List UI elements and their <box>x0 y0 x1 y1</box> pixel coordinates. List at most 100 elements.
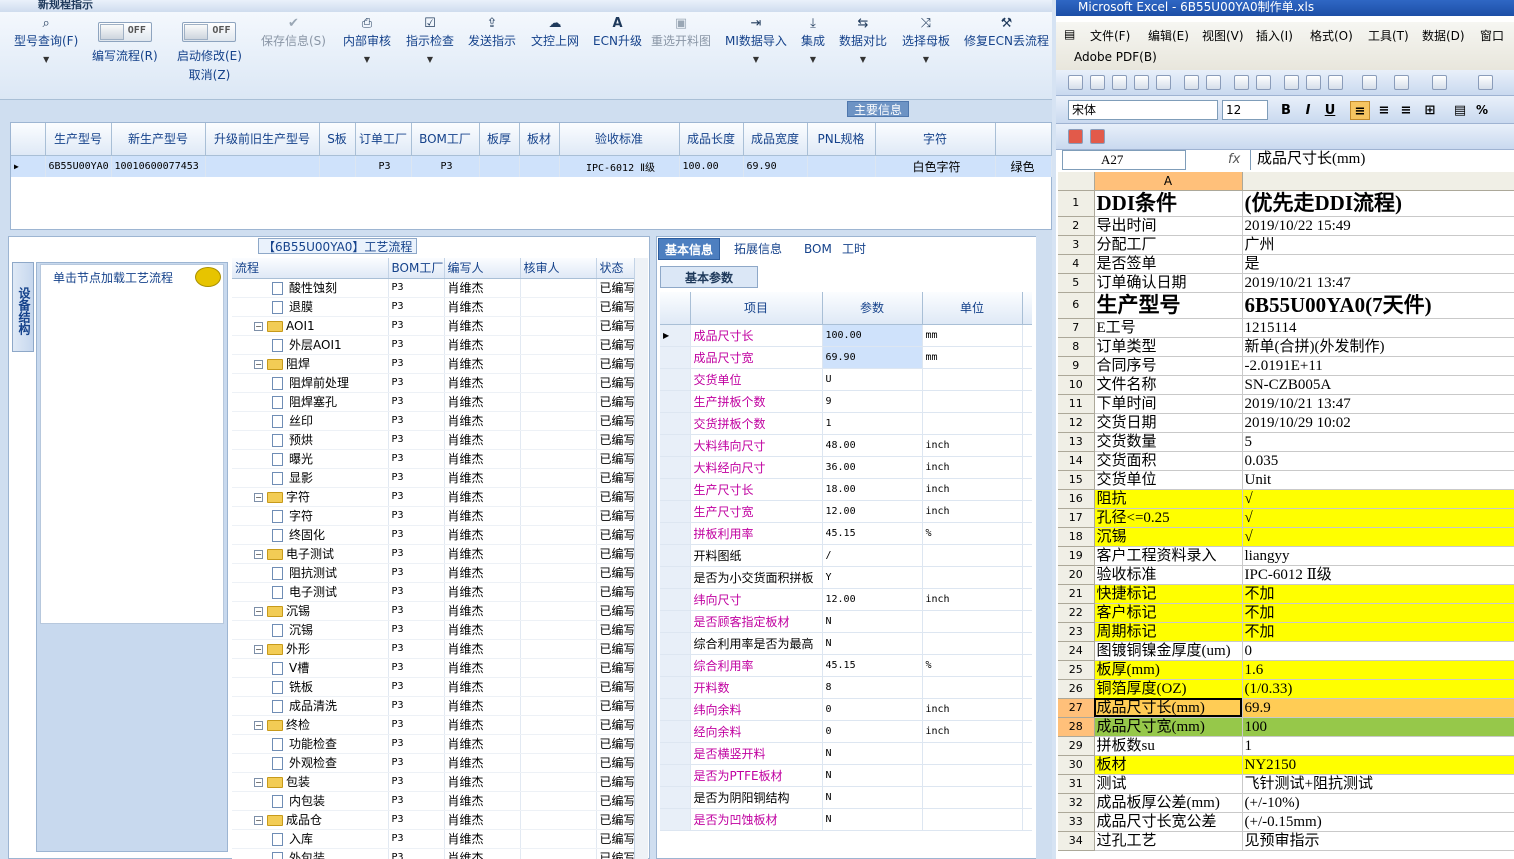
flow-node[interactable]: − 包装 <box>232 772 389 792</box>
column-header[interactable]: 板厚 <box>479 123 520 156</box>
table-row[interactable]: 14 交货面积 0.035 <box>1058 451 1514 471</box>
menu-file[interactable]: 文件(F) <box>1090 27 1130 44</box>
cell-a[interactable]: 板材 <box>1094 755 1243 775</box>
table-row[interactable]: 26 铜箔厚度(OZ) (1/0.33) <box>1058 679 1514 699</box>
row-header[interactable]: 17 <box>1058 508 1095 528</box>
row-header[interactable]: 21 <box>1058 584 1095 604</box>
table-cell[interactable]: 绿色 <box>995 155 1052 177</box>
reviewer-cell[interactable] <box>520 468 597 488</box>
table-row[interactable]: ▶ 成品尺寸长 100.00 mm <box>660 324 1032 347</box>
doc-control-online-button[interactable]: ☁ 文控上网 <box>531 16 579 49</box>
reviewer-cell[interactable] <box>520 810 597 830</box>
merge-center-button[interactable]: ⊞ <box>1420 101 1440 120</box>
reviewer-cell[interactable] <box>520 525 597 545</box>
start-modify-toggle[interactable]: OFF 启动修改(E) 取消(Z) <box>177 22 242 83</box>
flow-node[interactable]: 退膜 <box>232 297 389 317</box>
bold-button[interactable]: B <box>1276 101 1296 120</box>
reviewer-cell[interactable] <box>520 411 597 431</box>
internal-review-button[interactable]: ⎙ 内部审核 ▼ <box>343 16 391 64</box>
table-cell[interactable]: P3 <box>355 155 412 177</box>
writer-cell[interactable]: 肖维杰 <box>444 278 521 298</box>
param-value-cell[interactable]: N <box>822 742 923 765</box>
formula-bar[interactable]: 成品尺寸长(mm) <box>1250 150 1514 170</box>
flow-node[interactable]: 外观检查 <box>232 753 389 773</box>
cell-a[interactable]: 交货单位 <box>1094 470 1243 490</box>
table-row[interactable]: 是否为PTFE板材 N <box>660 764 1032 787</box>
param-unit-cell[interactable]: inch <box>922 588 1023 611</box>
table-row[interactable]: 28 成品尺寸宽(mm) 100 <box>1058 717 1514 737</box>
writer-cell[interactable]: 肖维杰 <box>444 316 521 336</box>
table-row[interactable]: 阻焊前处理 P3 肖维杰 已编写 <box>232 373 634 393</box>
row-header[interactable]: 32 <box>1058 793 1095 813</box>
param-unit-cell[interactable]: inch <box>922 456 1023 479</box>
table-row[interactable]: 5 订单确认日期 2019/10/21 13:47 <box>1058 273 1514 293</box>
reviewer-cell[interactable] <box>520 373 597 393</box>
collapse-toggle-icon[interactable]: − <box>254 778 263 787</box>
cell-a[interactable]: 板厚(mm) <box>1094 660 1243 680</box>
column-header[interactable]: 新生产型号 <box>111 123 206 156</box>
reviewer-cell[interactable] <box>520 354 597 374</box>
new-file-icon[interactable] <box>1068 75 1083 90</box>
cell-b[interactable]: 6B55U00YA0(7天件) <box>1242 292 1514 319</box>
table-row[interactable]: 12 交货日期 2019/10/29 10:02 <box>1058 413 1514 433</box>
column-header[interactable]: 字符 <box>875 123 996 156</box>
table-cell[interactable]: 白色字符 <box>875 155 996 177</box>
column-header[interactable]: 状态 <box>596 258 634 279</box>
cell-b[interactable]: 1 <box>1242 736 1514 756</box>
table-row[interactable]: 32 成品板厚公差(mm) (+/-10%) <box>1058 793 1514 813</box>
flow-node[interactable]: − 沉锡 <box>232 601 389 621</box>
param-name-cell[interactable]: 拼板利用率 <box>690 522 823 545</box>
param-unit-cell[interactable] <box>922 544 1023 567</box>
row-header[interactable]: 14 <box>1058 451 1095 471</box>
bom-factory-cell[interactable]: P3 <box>388 297 445 317</box>
table-cell[interactable] <box>807 155 876 177</box>
status-cell[interactable]: 已编写 <box>596 430 634 450</box>
flow-node[interactable]: − 电子测试 <box>232 544 389 564</box>
write-flow-toggle[interactable]: OFF 编写流程(R) <box>92 22 158 64</box>
table-row[interactable]: 是否为凹蚀板材 N <box>660 808 1032 831</box>
param-unit-cell[interactable] <box>922 632 1023 655</box>
param-value-cell[interactable]: 45.15 <box>822 654 923 677</box>
cell-b[interactable]: 见预审指示 <box>1242 831 1514 851</box>
pdf-email-icon[interactable] <box>1090 129 1105 144</box>
reviewer-cell[interactable] <box>520 335 597 355</box>
param-name-cell[interactable]: 生产拼板个数 <box>690 390 823 413</box>
reviewer-cell[interactable] <box>520 430 597 450</box>
research-icon[interactable] <box>1256 75 1271 90</box>
flow-node[interactable]: 外包装 <box>232 848 389 859</box>
status-cell[interactable]: 已编写 <box>596 373 634 393</box>
param-value-cell[interactable]: 12.00 <box>822 500 923 523</box>
table-row[interactable]: 阻焊塞孔 P3 肖维杰 已编写 <box>232 392 634 412</box>
row-header[interactable]: 30 <box>1058 755 1095 775</box>
table-cell[interactable] <box>479 155 520 177</box>
table-row[interactable]: 终固化 P3 肖维杰 已编写 <box>232 525 634 545</box>
table-row[interactable]: 15 交货单位 Unit <box>1058 470 1514 490</box>
param-name-cell[interactable]: 开料数 <box>690 676 823 699</box>
table-row[interactable]: 外观检查 P3 肖维杰 已编写 <box>232 753 634 773</box>
align-left-button[interactable]: ≡ <box>1350 101 1370 120</box>
bom-factory-cell[interactable]: P3 <box>388 734 445 754</box>
table-cell[interactable]: P3 <box>411 155 480 177</box>
cell-b[interactable]: 2019/10/21 13:47 <box>1242 273 1514 293</box>
table-row[interactable]: 大料经向尺寸 36.00 inch <box>660 456 1032 479</box>
bom-factory-cell[interactable]: P3 <box>388 791 445 811</box>
param-name-cell[interactable]: 是否为阴阳铜结构 <box>690 786 823 809</box>
table-row[interactable]: − 电子测试 P3 肖维杰 已编写 <box>232 544 634 564</box>
reviewer-cell[interactable] <box>520 487 597 507</box>
param-name-cell[interactable]: 大料纬向尺寸 <box>690 434 823 457</box>
column-header-a[interactable]: A <box>1094 172 1243 191</box>
row-header[interactable]: 19 <box>1058 546 1095 566</box>
status-cell[interactable]: 已编写 <box>596 810 634 830</box>
cell-b[interactable]: 广州 <box>1242 235 1514 255</box>
status-cell[interactable]: 已编写 <box>596 791 634 811</box>
table-row[interactable]: 大料纬向尺寸 48.00 inch <box>660 434 1032 457</box>
table-row[interactable]: − 阻焊 P3 肖维杰 已编写 <box>232 354 634 374</box>
cell-b[interactable]: 2019/10/22 15:49 <box>1242 216 1514 236</box>
cell-b[interactable]: 100 <box>1242 717 1514 737</box>
param-name-cell[interactable]: 是否为凹蚀板材 <box>690 808 823 831</box>
off-toggle-switch[interactable]: OFF <box>182 22 237 42</box>
column-header[interactable]: 参数 <box>822 292 923 325</box>
param-value-cell[interactable]: 18.00 <box>822 478 923 501</box>
column-header[interactable] <box>995 123 1052 156</box>
reviewer-cell[interactable] <box>520 658 597 678</box>
